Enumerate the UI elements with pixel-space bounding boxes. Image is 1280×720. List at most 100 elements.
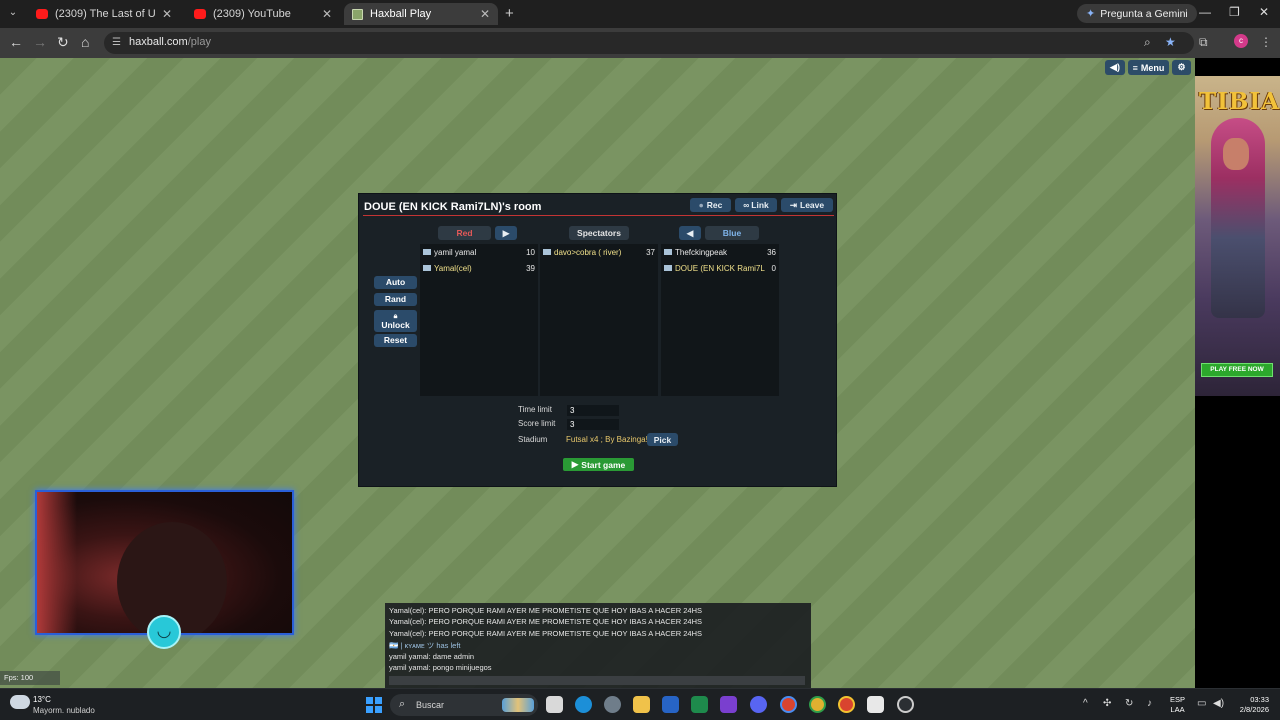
taskbar-search[interactable]: ⌕ Buscar	[390, 694, 538, 716]
ad-play-button[interactable]: PLAY FREE NOW	[1201, 363, 1273, 377]
microphone-icon[interactable]: ♪	[1147, 698, 1152, 709]
zoom-icon[interactable]: ⌕	[1144, 35, 1151, 50]
tray-sync-icon[interactable]: ↻	[1125, 698, 1133, 709]
haxball-page: ◀) ≡ Menu ⚙ TIBIA PLAY FREE NOW DOUE (EN…	[0, 58, 1280, 688]
site-info-icon[interactable]: ☰	[112, 37, 124, 49]
blue-team-list[interactable]: Thefckingpeak 36 DOUE (EN KICK Rami7L 0	[661, 244, 779, 396]
chrome-profile-icon[interactable]	[809, 696, 826, 713]
search-highlight-image	[502, 698, 534, 712]
volume-icon[interactable]: ◀)	[1213, 698, 1224, 709]
link-button[interactable]: ∞ Link	[735, 198, 777, 212]
clipchamp-icon[interactable]	[720, 696, 737, 713]
unlock-button[interactable]: 🔒︎ Unlock	[374, 310, 417, 332]
tibia-ad[interactable]: TIBIA PLAY FREE NOW	[1195, 58, 1280, 688]
chrome-canary-icon[interactable]	[838, 696, 855, 713]
settings-app-icon[interactable]	[604, 696, 621, 713]
blue-team-header[interactable]: Blue	[705, 226, 759, 240]
bookmark-star-icon[interactable]: ★	[1165, 35, 1176, 49]
room-title: DOUE (EN KICK Rami7LN)'s room	[364, 201, 542, 213]
discord-icon[interactable]	[750, 696, 767, 713]
start-game-button[interactable]: ▶ Start game	[563, 458, 634, 471]
close-icon[interactable]: ✕	[322, 7, 332, 21]
network-icon[interactable]: ▭	[1197, 698, 1206, 709]
new-tab-button[interactable]: +	[505, 5, 514, 22]
ad-character-face	[1223, 138, 1249, 170]
player-row[interactable]: davo>cobra ( river) 37	[543, 245, 655, 259]
word-icon[interactable]	[662, 696, 679, 713]
sound-toggle-icon[interactable]: ◀)	[1105, 60, 1125, 75]
show-hidden-icons-icon[interactable]: ^	[1083, 698, 1088, 709]
flag-icon	[423, 249, 431, 255]
link-label: Link	[751, 200, 769, 210]
chat-message: Yamal(cel): PERO PORQUE RAMI AYER ME PRO…	[389, 606, 702, 615]
system-clock[interactable]: 03:33 2/8/2026	[1233, 695, 1269, 715]
clock-time: 03:33	[1250, 695, 1269, 704]
obs-icon[interactable]	[897, 696, 914, 713]
settings-gear-icon[interactable]: ⚙	[1172, 60, 1191, 75]
tray-app-icon[interactable]: ✣	[1103, 698, 1111, 709]
start-game-label: Start game	[581, 459, 626, 470]
webcam-light	[37, 492, 77, 633]
pick-stadium-button[interactable]: Pick	[647, 433, 678, 446]
tab-search-chevron-icon[interactable]: ⌄	[4, 4, 22, 22]
search-placeholder: Buscar	[416, 700, 445, 710]
store-icon[interactable]	[867, 696, 884, 713]
more-menu-icon[interactable]: ⋮	[1260, 35, 1272, 49]
chrome-icon[interactable]	[780, 696, 797, 713]
close-window-icon[interactable]: ✕	[1259, 5, 1269, 19]
gemini-button[interactable]: ✦ Pregunta a Gemini	[1077, 4, 1197, 23]
language-indicator[interactable]: ESP LAA	[1170, 695, 1185, 715]
rec-button[interactable]: ● Rec	[690, 198, 731, 212]
tab-youtube[interactable]: (2309) YouTube ✕	[186, 3, 340, 25]
score-limit-input[interactable]: 3	[567, 419, 619, 430]
flag-icon	[423, 265, 431, 271]
auto-button[interactable]: Auto	[374, 276, 417, 289]
link-icon: ∞	[743, 200, 750, 210]
tab-title: (2309) YouTube	[213, 8, 291, 20]
move-to-left-arrow-icon[interactable]: ◀	[679, 226, 701, 240]
player-row[interactable]: Yamal(cel) 39	[423, 261, 535, 275]
weather-temperature[interactable]: 13°C	[33, 695, 51, 704]
move-to-right-arrow-icon[interactable]: ▶	[495, 226, 517, 240]
minimize-icon[interactable]: —	[1199, 5, 1211, 19]
back-icon[interactable]: ←	[9, 34, 23, 50]
spectators-header[interactable]: Spectators	[569, 226, 629, 240]
menu-button[interactable]: ≡ Menu	[1128, 60, 1169, 75]
hamburger-icon: ≡	[1132, 62, 1138, 73]
close-icon[interactable]: ✕	[480, 7, 490, 21]
youtube-icon	[36, 9, 48, 19]
red-team-header[interactable]: Red	[438, 226, 491, 240]
windows-start-icon[interactable]	[366, 697, 382, 713]
file-explorer-icon[interactable]	[633, 696, 650, 713]
home-icon[interactable]: ⌂	[81, 34, 89, 50]
tab-haxball[interactable]: Haxball Play ✕	[344, 3, 498, 25]
weather-description[interactable]: Mayorm. nublado	[33, 706, 95, 715]
webcam-overlay	[35, 490, 294, 635]
haxball-icon	[352, 8, 363, 20]
tab-last-of-us[interactable]: (2309) The Last of Us Inspired A ✕	[28, 3, 180, 25]
time-limit-input[interactable]: 3	[567, 405, 619, 416]
profile-avatar[interactable]: c	[1234, 34, 1248, 48]
chat-input[interactable]	[389, 676, 805, 685]
reset-button[interactable]: Reset	[374, 334, 417, 347]
task-view-icon[interactable]	[546, 696, 563, 713]
reload-icon[interactable]: ↻	[57, 34, 69, 51]
player-row[interactable]: DOUE (EN KICK Rami7L 0	[664, 261, 776, 275]
player-row[interactable]: yamil yamal 10	[423, 245, 535, 259]
forward-icon[interactable]: →	[33, 34, 47, 50]
edge-icon[interactable]	[575, 696, 592, 713]
spectators-list[interactable]: davo>cobra ( river) 37	[540, 244, 658, 396]
excel-icon[interactable]	[691, 696, 708, 713]
streamer-badge-icon: ◡	[147, 615, 181, 649]
player-row[interactable]: Thefckingpeak 36	[664, 245, 776, 259]
address-bar[interactable]: ☰ haxball.com/play	[104, 32, 1194, 54]
tab-strip: ⌄ (2309) The Last of Us Inspired A ✕ (23…	[0, 0, 1280, 28]
browser-toolbar: ← → ↻ ⌂ ☰ haxball.com/play ⌕ ★ ⧉ ⋮	[0, 28, 1280, 58]
extensions-icon[interactable]: ⧉	[1199, 35, 1208, 50]
red-team-list[interactable]: yamil yamal 10 Yamal(cel) 39	[420, 244, 538, 396]
rand-button[interactable]: Rand	[374, 293, 417, 306]
cloud-icon[interactable]	[10, 695, 30, 709]
leave-button[interactable]: ⇥ Leave	[781, 198, 833, 212]
restore-icon[interactable]: ❐	[1229, 5, 1240, 19]
close-icon[interactable]: ✕	[162, 7, 172, 21]
